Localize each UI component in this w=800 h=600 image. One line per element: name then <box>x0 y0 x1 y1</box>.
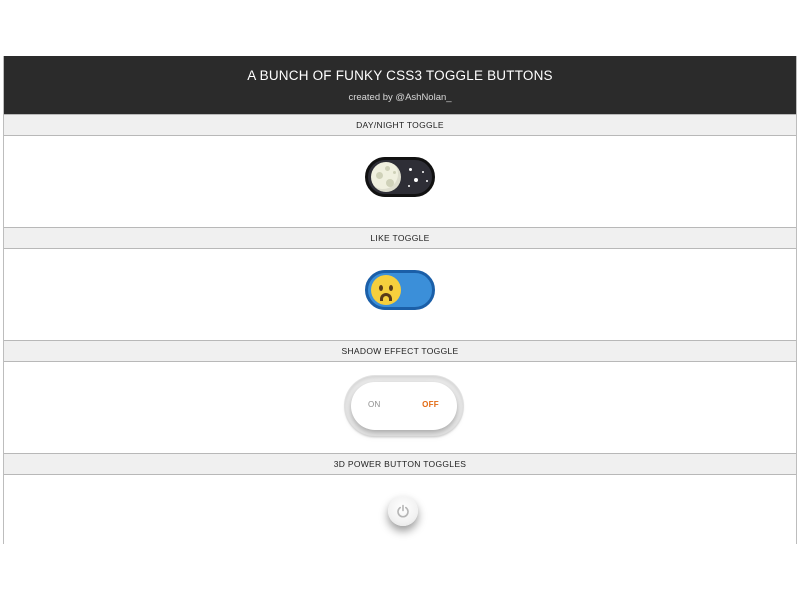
section-label-day-night: DAY/NIGHT TOGGLE <box>4 114 796 136</box>
section-body-day-night <box>4 136 796 227</box>
page-subtitle: created by @AshNolan_ <box>348 92 452 103</box>
star-icon <box>409 168 412 171</box>
power-icon <box>397 504 409 518</box>
shadow-toggle[interactable]: ON OFF <box>345 376 463 436</box>
section-body-shadow: ON OFF <box>4 362 796 453</box>
moon-icon <box>371 162 401 192</box>
section-label-shadow: SHADOW EFFECT TOGGLE <box>4 340 796 362</box>
star-icon <box>414 178 418 182</box>
star-icon <box>426 180 428 182</box>
page-title: A BUNCH OF FUNKY CSS3 TOGGLE BUTTONS <box>247 68 553 83</box>
section-body-like <box>4 249 796 340</box>
section-label-power: 3D POWER BUTTON TOGGLES <box>4 453 796 475</box>
star-icon <box>422 171 424 173</box>
day-night-toggle[interactable] <box>365 157 435 197</box>
sad-face-icon <box>371 275 401 305</box>
shadow-toggle-off-label: OFF <box>422 400 439 409</box>
page: A BUNCH OF FUNKY CSS3 TOGGLE BUTTONS cre… <box>0 0 800 600</box>
like-toggle[interactable] <box>365 270 435 310</box>
demo-frame: A BUNCH OF FUNKY CSS3 TOGGLE BUTTONS cre… <box>3 56 797 544</box>
power-button[interactable] <box>388 496 418 526</box>
section-label-like: LIKE TOGGLE <box>4 227 796 249</box>
star-icon <box>408 185 410 187</box>
page-header: A BUNCH OF FUNKY CSS3 TOGGLE BUTTONS cre… <box>4 56 796 114</box>
section-body-power <box>4 475 796 544</box>
shadow-toggle-knob: ON OFF <box>351 382 457 430</box>
shadow-toggle-on-label: ON <box>368 400 381 409</box>
